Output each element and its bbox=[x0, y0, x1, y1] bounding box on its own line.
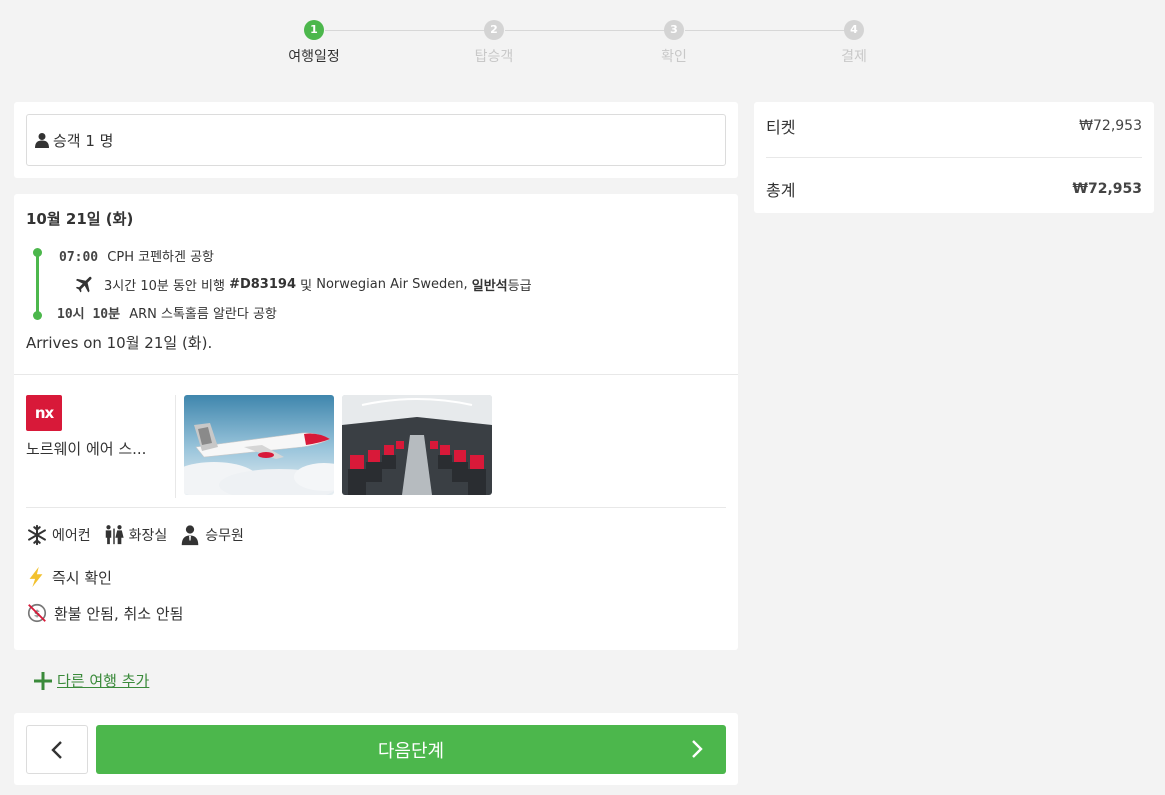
navigation-card: 다음단계 bbox=[14, 713, 738, 785]
flight-duration: 3시간 10분 동안 비행 bbox=[104, 278, 225, 294]
step-number: 4 bbox=[844, 20, 864, 40]
attendant-icon bbox=[182, 525, 199, 546]
ticket-row: 티켓 ₩72,953 bbox=[766, 114, 1142, 138]
flight-number: #D83194 bbox=[229, 276, 296, 292]
next-step-button[interactable]: 다음단계 bbox=[96, 725, 726, 774]
departure-airport: CPH 코펜하겐 공항 bbox=[107, 250, 214, 265]
departure-time: 07:00 bbox=[59, 250, 99, 265]
operating-airline: Norwegian Air Sweden, bbox=[316, 276, 468, 292]
cabin-class: 일반석 bbox=[471, 278, 508, 294]
step-label: 결제 bbox=[841, 49, 867, 65]
aircraft-exterior-photo[interactable] bbox=[184, 395, 334, 495]
ticket-price: ₩72,953 bbox=[1079, 118, 1142, 134]
step-passengers: 2 탑승객 bbox=[434, 20, 554, 66]
timeline-dot-departure bbox=[33, 248, 42, 257]
flight-info-row: 3시간 10분 동안 비행 #D83194 및 Norwegian Air Sw… bbox=[74, 273, 532, 295]
trip-date: 10월 21일 (화) bbox=[26, 210, 134, 228]
step-payment: 4 결제 bbox=[794, 20, 914, 66]
airline-logo: nx bbox=[26, 395, 62, 431]
person-icon bbox=[35, 133, 49, 148]
passenger-selector[interactable]: 승객 1 명 bbox=[26, 114, 726, 166]
timeline-dot-arrival bbox=[33, 311, 42, 320]
arrival-time: 10시 10분 bbox=[57, 307, 121, 322]
step-number: 2 bbox=[484, 20, 504, 40]
amenity-restroom: 화장실 bbox=[103, 524, 168, 546]
section-divider bbox=[14, 374, 738, 375]
timeline-line bbox=[36, 252, 39, 314]
instant-confirmation: 즉시 확인 bbox=[26, 566, 112, 588]
no-refund-icon: $ bbox=[27, 603, 47, 623]
plus-icon bbox=[34, 671, 52, 690]
arrives-note: Arrives on 10월 21일 (화). bbox=[26, 334, 213, 352]
step-label: 탑승객 bbox=[474, 49, 514, 65]
passenger-card: 승객 1 명 bbox=[14, 102, 738, 178]
step-number: 1 bbox=[304, 20, 324, 40]
flight-conj: 및 bbox=[300, 278, 313, 294]
airline-name: 노르웨이 에어 스... bbox=[26, 440, 147, 458]
step-confirm: 3 확인 bbox=[614, 20, 734, 66]
refund-policy: $ 환불 안됨, 취소 안됨 bbox=[26, 602, 183, 624]
cabin-interior-photo[interactable] bbox=[342, 395, 492, 495]
amenity-label: 에어컨 bbox=[52, 528, 91, 544]
progress-stepper: 1 여행일정 2 탑승객 3 확인 4 결제 bbox=[0, 20, 1165, 70]
lightning-icon bbox=[29, 566, 43, 588]
instant-confirm-label: 즉시 확인 bbox=[52, 568, 112, 587]
cabin-class-suffix: 등급 bbox=[507, 278, 532, 294]
airplane-icon bbox=[75, 276, 92, 293]
add-trip-link[interactable]: 다른 여행 추가 bbox=[33, 670, 149, 691]
snowflake-icon bbox=[28, 524, 46, 546]
chevron-right-icon bbox=[692, 740, 703, 758]
restroom-icon bbox=[105, 525, 124, 545]
amenity-label: 승무원 bbox=[205, 528, 244, 544]
total-label: 총계 bbox=[766, 181, 796, 200]
refund-policy-label: 환불 안됨, 취소 안됨 bbox=[54, 604, 184, 623]
back-button[interactable] bbox=[26, 725, 88, 774]
arrival-row: 10시 10분 ARN 스톡홀름 알란다 공항 bbox=[57, 303, 277, 322]
step-itinerary: 1 여행일정 bbox=[254, 20, 374, 66]
amenity-label: 화장실 bbox=[128, 528, 168, 544]
price-summary-card: 티켓 ₩72,953 총계 ₩72,953 bbox=[754, 102, 1154, 213]
ticket-label: 티켓 bbox=[766, 118, 796, 137]
amenities-row: 에어컨 화장실 승무원 bbox=[26, 524, 256, 546]
step-label: 여행일정 bbox=[288, 49, 340, 65]
summary-divider bbox=[766, 157, 1142, 158]
total-price: ₩72,953 bbox=[1072, 181, 1142, 197]
arrival-airport: ARN 스톡홀름 알란다 공항 bbox=[129, 307, 277, 322]
trip-card: 10월 21일 (화) 07:00 CPH 코펜하겐 공항 3시간 10분 동안… bbox=[14, 194, 738, 650]
amenity-attendant: 승무원 bbox=[179, 524, 244, 546]
next-step-label: 다음단계 bbox=[377, 740, 445, 762]
total-row: 총계 ₩72,953 bbox=[766, 177, 1142, 201]
step-number: 3 bbox=[664, 20, 684, 40]
section-divider bbox=[26, 507, 726, 508]
logo-text: nx bbox=[34, 404, 54, 422]
passenger-count: 승객 1 명 bbox=[53, 131, 114, 150]
vertical-divider bbox=[175, 395, 176, 498]
step-label: 확인 bbox=[661, 49, 687, 65]
add-trip-label: 다른 여행 추가 bbox=[57, 672, 150, 690]
amenity-air-conditioning: 에어컨 bbox=[26, 524, 91, 546]
chevron-left-icon bbox=[51, 740, 62, 759]
departure-row: 07:00 CPH 코펜하겐 공항 bbox=[59, 246, 214, 265]
